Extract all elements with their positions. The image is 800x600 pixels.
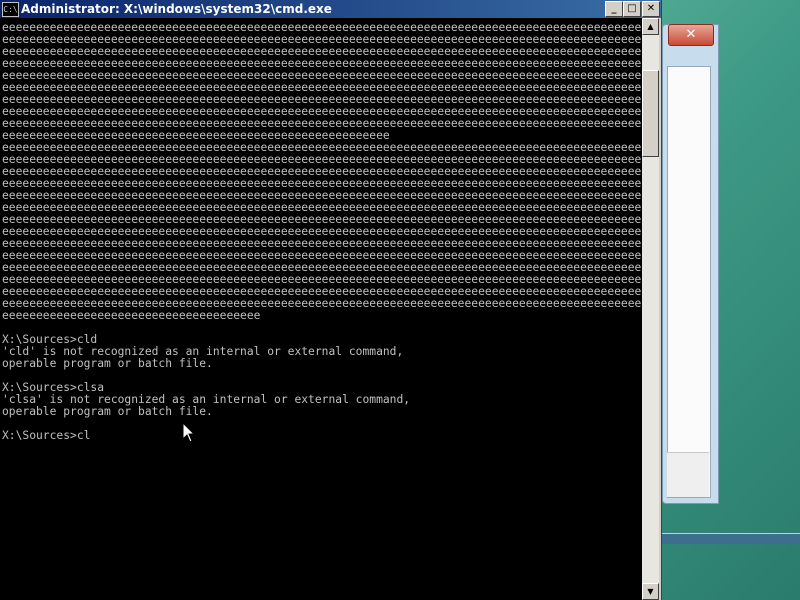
background-taskbar-strip <box>662 533 800 544</box>
close-button[interactable]: ✕ <box>642 1 660 17</box>
background-window-lower-panel <box>667 452 709 497</box>
background-window-content <box>667 66 711 498</box>
console-text: eeeeeeeeeeeeeeeeeeeeeeeeeeeeeeeeeeeeeeee… <box>0 18 642 442</box>
cmd-icon[interactable]: C:\ <box>2 2 19 17</box>
cmd-window[interactable]: C:\ Administrator: X:\windows\system32\c… <box>0 0 662 600</box>
background-window-close-button[interactable]: ✕ <box>668 24 714 46</box>
console-line: operable program or batch file. <box>2 357 213 370</box>
scrollbar-thumb[interactable] <box>642 70 659 157</box>
console-line: eeeeeeeeeeeeeeeeeeeeeeeeeeeeeeeeeeeeee <box>2 309 261 322</box>
console-output[interactable]: eeeeeeeeeeeeeeeeeeeeeeeeeeeeeeeeeeeeeeee… <box>0 18 642 600</box>
vertical-scrollbar[interactable]: ▲ ▼ <box>642 18 659 600</box>
scroll-up-arrow-icon[interactable]: ▲ <box>642 18 659 35</box>
console-line: operable program or batch file. <box>2 405 213 418</box>
title-bar[interactable]: C:\ Administrator: X:\windows\system32\c… <box>0 0 661 18</box>
maximize-button[interactable]: □ <box>623 1 641 17</box>
window-title: Administrator: X:\windows\system32\cmd.e… <box>21 2 332 16</box>
minimize-button[interactable]: _ <box>605 1 623 17</box>
console-line: X:\Sources>cl <box>2 429 91 442</box>
scroll-down-arrow-icon[interactable]: ▼ <box>642 583 659 600</box>
mouse-cursor-icon <box>182 422 196 443</box>
